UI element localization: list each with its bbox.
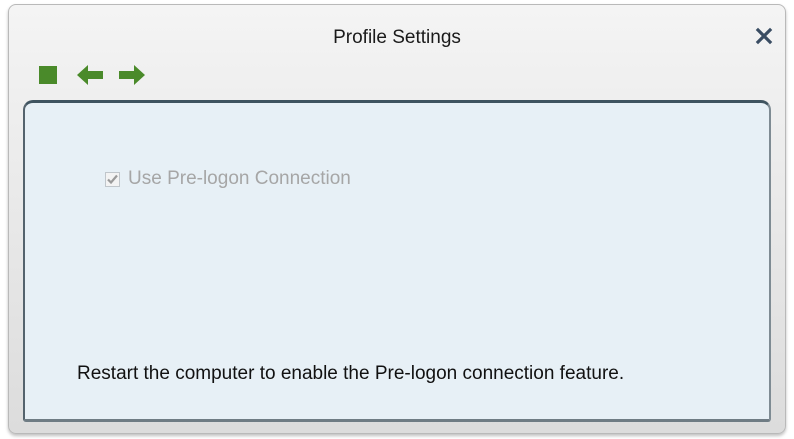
restart-notice: Restart the computer to enable the Pre-l… [77,363,625,384]
forward-arrow-icon [119,65,145,85]
prelogon-checkbox[interactable] [105,171,120,187]
stop-button[interactable] [33,61,63,89]
close-button[interactable] [751,23,777,49]
toolbar [33,61,159,89]
checkmark-icon [107,174,118,184]
settings-panel: Use Pre-logon Connection Restart the com… [23,100,771,422]
dialog-title: Profile Settings [333,27,461,48]
forward-button[interactable] [117,61,147,89]
prelogon-checkbox-row[interactable]: Use Pre-logon Connection [105,168,351,190]
back-button[interactable] [75,61,105,89]
back-arrow-icon [77,65,103,85]
prelogon-checkbox-label: Use Pre-logon Connection [128,168,351,189]
close-icon [755,27,773,45]
profile-settings-dialog: Profile Settings Use Pre-logon Connectio… [8,4,786,434]
stop-icon [39,66,57,84]
